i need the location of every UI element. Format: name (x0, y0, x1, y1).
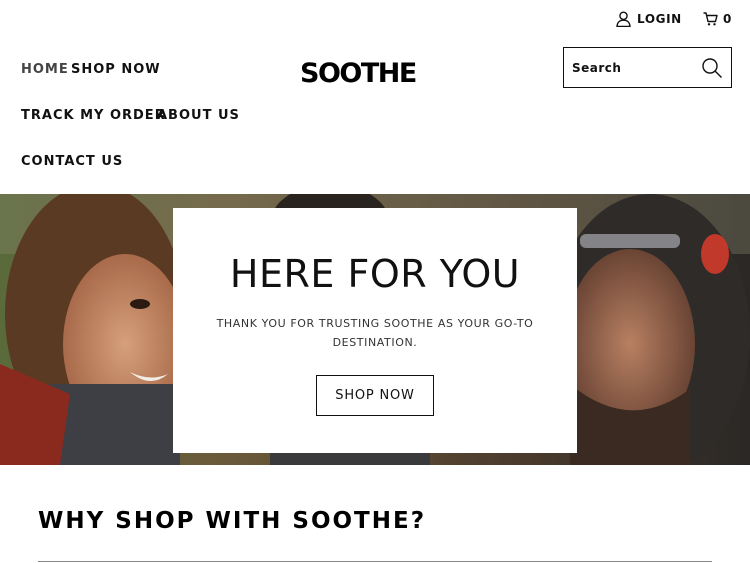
cart-link[interactable]: 0 (703, 10, 731, 28)
section-divider (38, 561, 712, 562)
login-label: LOGIN (637, 12, 682, 26)
hero-subtitle: THANK YOU FOR TRUSTING SOOTHE AS YOUR GO… (216, 317, 534, 349)
search-icon[interactable] (701, 57, 723, 79)
nav-item-about-us[interactable]: ABOUT US (157, 108, 240, 123)
hero-card: HERE FOR YOU THANK YOU FOR TRUSTING SOOT… (173, 208, 577, 453)
top-bar: LOGIN 0 (0, 0, 750, 40)
nav-item-track-my-order[interactable]: TRACK MY ORDER (21, 108, 166, 123)
section-heading: WHY SHOP WITH SOOTHE? (38, 508, 427, 534)
user-icon (616, 11, 631, 27)
site-logo[interactable]: SOOTHE (300, 58, 417, 89)
nav-item-contact-us[interactable]: CONTACT US (21, 154, 123, 169)
cart-count: 0 (723, 12, 732, 26)
nav-item-home[interactable]: HOME (21, 62, 69, 77)
cart-icon (703, 12, 718, 26)
nav-item-shop-now[interactable]: SHOP NOW (71, 62, 161, 77)
hero-title: HERE FOR YOU (229, 252, 521, 296)
shop-now-button[interactable]: SHOP NOW (316, 375, 434, 416)
login-link[interactable]: LOGIN (616, 10, 682, 28)
search-box (563, 47, 732, 88)
search-input[interactable] (572, 60, 697, 75)
